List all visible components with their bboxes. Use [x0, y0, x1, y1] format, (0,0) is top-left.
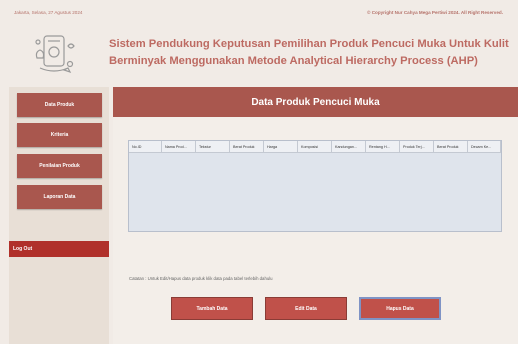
note-text: Catatan : Untuk Edit/Hapus data produk k… — [129, 276, 273, 281]
sidebar-item-kriteria[interactable]: Kriteria — [17, 123, 102, 147]
sidebar: Data Produk Kriteria Penilaian Produk La… — [9, 87, 109, 344]
date-label: Jakarta, Selasa, 27 Agustus 2024 — [14, 10, 83, 15]
delete-data-button[interactable]: Hapus Data — [359, 297, 441, 320]
copyright-label: © Copyright Nur Cahya Mega Pertiwi 2024.… — [367, 10, 503, 15]
column-header-harga[interactable]: Harga — [264, 141, 298, 152]
app-title: Sistem Pendukung Keputusan Pemilihan Pro… — [109, 38, 509, 67]
add-data-button[interactable]: Tambah Data — [171, 297, 253, 320]
column-header-berat-produk[interactable]: Berat Produk — [230, 141, 264, 152]
column-header-id[interactable]: No.ID — [129, 141, 162, 152]
sidebar-item-penilaian-produk[interactable]: Penilaian Produk — [17, 154, 102, 178]
app-window: Jakarta, Selasa, 27 Agustus 2024 © Copyr… — [0, 0, 518, 344]
edit-data-button[interactable]: Edit Data — [265, 297, 347, 320]
table-header-row: No.ID Nama Prod... Tekstur Berat Produk … — [129, 141, 501, 153]
page-title: Data Produk Pencuci Muka — [251, 96, 380, 108]
column-header-berat-produk-2[interactable]: Berat Produk — [434, 141, 468, 152]
column-header-tekstur[interactable]: Tekstur — [196, 141, 230, 152]
column-header-nama-produk[interactable]: Nama Prod... — [162, 141, 196, 152]
column-header-kandungan[interactable]: Kandungan... — [332, 141, 366, 152]
column-header-komposisi[interactable]: Komposisi — [298, 141, 332, 152]
column-header-decam-ke[interactable]: Decam Ke... — [468, 141, 501, 152]
logout-button[interactable]: Log Out — [9, 241, 109, 257]
sidebar-item-laporan-data[interactable]: Laporan Data — [17, 185, 102, 209]
product-table[interactable]: No.ID Nama Prod... Tekstur Berat Produk … — [128, 140, 502, 232]
column-header-produk-terjual[interactable]: Produk Terj... — [400, 141, 434, 152]
sidebar-item-data-produk[interactable]: Data Produk — [17, 93, 102, 117]
top-bar: Jakarta, Selasa, 27 Agustus 2024 © Copyr… — [0, 0, 518, 26]
column-header-rentang-harga[interactable]: Rentang H... — [366, 141, 400, 152]
app-logo-icon — [28, 28, 80, 80]
